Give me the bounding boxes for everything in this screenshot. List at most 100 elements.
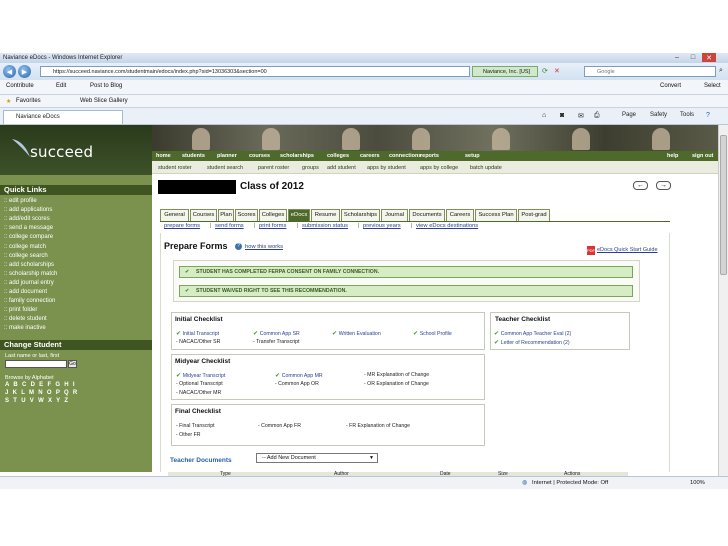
checklist-item[interactable]: - Common App OR xyxy=(275,381,319,387)
nav-reports[interactable]: reports xyxy=(420,153,439,159)
post-to-blog-button[interactable]: Post to Blog xyxy=(90,83,122,89)
nav-careers[interactable]: careers xyxy=(360,153,380,159)
subtab-send-forms[interactable]: send forms xyxy=(215,223,244,229)
quick-start-guide-link[interactable]: eDocs Quick Start Guide xyxy=(597,247,658,253)
subnav-student-search[interactable]: student search xyxy=(207,165,243,171)
sidebar-link[interactable]: :: make inactive xyxy=(4,325,46,331)
nav-home[interactable]: home xyxy=(156,153,171,159)
minimize-icon[interactable]: – xyxy=(670,53,684,62)
alphabet-row[interactable]: A B C D E F G H I xyxy=(5,382,76,388)
checklist-item[interactable]: Midyear Transcript xyxy=(176,372,226,379)
nav-scholarships[interactable]: scholarships xyxy=(280,153,314,159)
go-button[interactable]: Go xyxy=(68,360,77,368)
stop-icon[interactable]: ✕ xyxy=(554,67,560,75)
subtab-submission-status[interactable]: submission status xyxy=(302,223,348,229)
contribute-button[interactable]: Contribute xyxy=(6,83,34,89)
checklist-item[interactable]: - Optional Transcript xyxy=(176,381,223,387)
alphabet-row[interactable]: S T U V W X Y Z xyxy=(5,398,69,404)
prev-student-button[interactable]: ← xyxy=(633,181,648,190)
checklist-item[interactable]: - MR Explanation of Change xyxy=(364,372,429,378)
checklist-item[interactable]: - OR Explanation of Change xyxy=(364,381,429,387)
checklist-item[interactable]: Common App MR xyxy=(275,372,323,379)
nav-help[interactable]: help xyxy=(667,153,678,159)
subnav-apps-by-student[interactable]: apps by student xyxy=(367,165,406,171)
tab-courses[interactable]: Courses xyxy=(190,209,217,221)
sidebar-link[interactable]: :: college match xyxy=(4,244,46,250)
forward-icon[interactable]: ▶ xyxy=(18,65,31,78)
tab-colleges[interactable]: Colleges xyxy=(259,209,287,221)
nav-students[interactable]: students xyxy=(182,153,205,159)
favorites-button[interactable]: Favorites xyxy=(16,98,41,104)
checklist-item[interactable]: Common App SR xyxy=(253,330,300,337)
checklist-item[interactable]: - Transfer Transcript xyxy=(253,339,299,345)
checklist-item[interactable]: - FR Explanation of Change xyxy=(346,423,410,429)
checklist-item[interactable]: Initial Transcript xyxy=(176,330,219,337)
sidebar-link[interactable]: :: college compare xyxy=(4,234,53,240)
subtab-view-eDocs-destinations[interactable]: view eDocs destinations xyxy=(416,223,478,229)
checklist-item[interactable]: - Common App FR xyxy=(258,423,301,429)
checklist-item[interactable]: - NACAC/Other MR xyxy=(176,390,221,396)
feeds-icon[interactable]: ◙ xyxy=(560,112,564,119)
tab-edocs[interactable]: eDocs xyxy=(288,209,310,221)
tab-scores[interactable]: Scores xyxy=(235,209,258,221)
checklist-item[interactable]: Common App Teacher Eval (2) xyxy=(494,330,572,337)
close-icon[interactable]: ✕ xyxy=(702,53,716,62)
sidebar-link[interactable]: :: send a message xyxy=(4,225,53,231)
tab-resume[interactable]: Resume xyxy=(311,209,340,221)
tab-plan[interactable]: Plan xyxy=(218,209,234,221)
tab-careers[interactable]: Careers xyxy=(446,209,474,221)
home-icon[interactable]: ⌂ xyxy=(542,112,546,119)
checklist-item[interactable]: - Other FR xyxy=(176,432,201,438)
sidebar-link[interactable]: :: print folder xyxy=(4,307,37,313)
how-this-works-link[interactable]: how this works xyxy=(245,244,283,250)
search-icon[interactable]: ⌕ xyxy=(719,67,723,75)
checklist-item[interactable]: Written Evaluation xyxy=(332,330,381,337)
sidebar-link[interactable]: :: college search xyxy=(4,253,48,259)
subtab-prepare-forms[interactable]: prepare forms xyxy=(164,223,200,229)
tab-journal[interactable]: Journal xyxy=(381,209,408,221)
checklist-item[interactable]: - Final Transcript xyxy=(176,423,215,429)
tab-post-grad[interactable]: Post-grad xyxy=(518,209,550,221)
subtab-print-forms[interactable]: print forms xyxy=(259,223,286,229)
alphabet-row[interactable]: J K L M N O P Q R xyxy=(5,390,79,396)
subnav-apps-by-college[interactable]: apps by college xyxy=(420,165,458,171)
sidebar-link[interactable]: :: add/edit scores xyxy=(4,216,50,222)
tab-scholarships[interactable]: Scholarships xyxy=(341,209,380,221)
security-badge[interactable]: Naviance, Inc. [US] xyxy=(472,66,538,77)
web-slice-gallery-link[interactable]: Web Slice Gallery xyxy=(80,98,128,104)
checklist-item[interactable]: Letter of Recommendation (2) xyxy=(494,339,570,346)
sidebar-link[interactable]: :: add scholarships xyxy=(4,262,54,268)
checklist-item[interactable]: School Profile xyxy=(413,330,452,337)
tab-success-plan[interactable]: Success Plan xyxy=(475,209,517,221)
subnav-batch-update[interactable]: batch update xyxy=(470,165,502,171)
tab-documents[interactable]: Documents xyxy=(409,209,445,221)
tab-general[interactable]: General xyxy=(160,209,189,221)
subtab-previous-years[interactable]: previous years xyxy=(363,223,401,229)
subnav-add-student[interactable]: add student xyxy=(327,165,356,171)
url-input[interactable]: https://succeed.naviance.com/studentmain… xyxy=(40,66,470,77)
nav-connections[interactable]: connections xyxy=(389,153,421,159)
add-document-select[interactable]: -- Add New Document ▼ xyxy=(256,453,378,463)
refresh-icon[interactable]: ⟳ xyxy=(542,67,548,75)
subnav-student-roster[interactable]: student roster xyxy=(158,165,192,171)
scroll-thumb[interactable] xyxy=(720,135,727,275)
select-button[interactable]: Select xyxy=(704,83,721,89)
nav-sign-out[interactable]: sign out xyxy=(692,153,713,159)
help-icon[interactable]: ? xyxy=(706,112,710,119)
sidebar-link[interactable]: :: scholarship match xyxy=(4,271,57,277)
nav-colleges[interactable]: colleges xyxy=(327,153,349,159)
sidebar-link[interactable]: :: family connection xyxy=(4,298,55,304)
print-icon[interactable]: ⎙ xyxy=(594,112,600,120)
zoom-level[interactable]: 100% xyxy=(690,480,705,486)
nav-setup[interactable]: setup xyxy=(465,153,480,159)
checklist-item[interactable]: - NACAC/Other SR xyxy=(176,339,220,345)
sidebar-link[interactable]: :: add applications xyxy=(4,207,52,213)
next-student-button[interactable]: → xyxy=(656,181,671,190)
maximize-icon[interactable]: □ xyxy=(686,53,700,62)
sidebar-link[interactable]: :: edit profile xyxy=(4,198,37,204)
page-scrollbar[interactable] xyxy=(718,125,728,476)
tools-menu[interactable]: Tools xyxy=(680,112,694,118)
sidebar-link[interactable]: :: add journal entry xyxy=(4,280,54,286)
page-menu[interactable]: Page xyxy=(622,112,636,118)
back-icon[interactable]: ◀ xyxy=(3,65,16,78)
